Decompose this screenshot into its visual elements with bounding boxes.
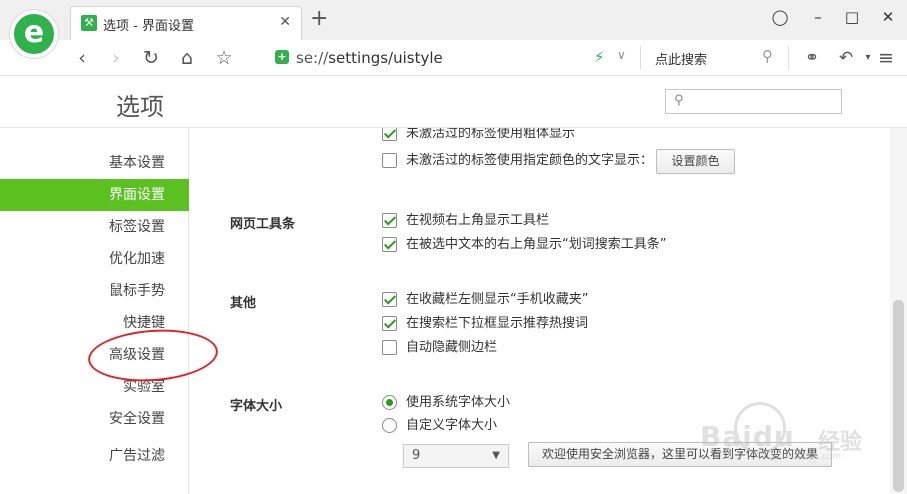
sidebar-item-interface[interactable]: 界面设置 <box>0 179 189 211</box>
settings-search-field[interactable]: ⚲ <box>665 89 842 114</box>
close-tab-icon[interactable]: ✕ <box>279 14 291 30</box>
page-title: 选项 <box>116 93 164 121</box>
browser-tab[interactable]: ⚒ 选项 - 界面设置 ✕ <box>70 6 302 40</box>
refresh-button[interactable]: ↻ <box>139 46 163 70</box>
checkbox[interactable] <box>382 292 397 307</box>
new-tab-button[interactable]: + <box>310 8 328 30</box>
chevron-down-icon[interactable]: ∨ <box>617 48 626 62</box>
maximize-button[interactable]: □ <box>840 8 864 30</box>
settings-content: 未激活过的标签使用粗体显示 未激活过的标签使用指定颜色的文字显示： 设置颜色 网… <box>190 128 890 494</box>
home-button[interactable]: ⌂ <box>175 46 199 70</box>
sidebar-item-basic[interactable]: 基本设置 <box>0 147 189 179</box>
chevron-down-icon: ▼ <box>492 450 500 461</box>
sidebar-item-advanced[interactable]: 高级设置 <box>0 339 189 371</box>
checkbox[interactable] <box>382 213 397 228</box>
sidebar-item-adblock[interactable]: 广告过滤 <box>0 440 189 472</box>
address-bar[interactable]: se://settings/uistyle <box>296 49 443 67</box>
lightning-icon[interactable]: ⚡ <box>594 48 605 66</box>
font-size-select[interactable]: 9 ▼ <box>403 444 509 468</box>
wrench-icon: ⚒ <box>81 15 97 31</box>
search-icon[interactable]: ⚲ <box>762 47 773 65</box>
scrollbar-thumb[interactable] <box>893 300 904 492</box>
section-label-font-size: 字体大小 <box>230 399 283 414</box>
option-label: 未激活过的标签使用粗体显示 <box>406 128 576 141</box>
option-label: 在被选中文本的右上角显示“划词搜索工具条” <box>406 237 667 252</box>
sidebar-item-tabs[interactable]: 标签设置 <box>0 211 189 243</box>
divider <box>640 46 641 70</box>
url-scheme: se:// <box>296 49 329 67</box>
option-label: 未激活过的标签使用指定颜色的文字显示： <box>406 153 654 168</box>
undo-icon[interactable]: ↶ <box>834 46 858 70</box>
set-color-button[interactable]: 设置颜色 <box>656 149 735 174</box>
checkbox[interactable] <box>382 153 397 168</box>
back-button[interactable]: ‹ <box>70 46 94 70</box>
url-path: settings/uistyle <box>328 49 443 67</box>
radio-button[interactable] <box>382 418 397 433</box>
sidebar-item-shortcuts[interactable]: 快捷键 <box>0 307 189 339</box>
navigation-toolbar: ‹ › ↻ ⌂ ☆ + se://settings/uistyle ⚡ ∨ 点此… <box>0 40 907 76</box>
section-label-other: 其他 <box>230 296 257 311</box>
settings-sidebar: 基本设置 界面设置 标签设置 优化加速 鼠标手势 快捷键 高级设置 实验室 安全… <box>0 128 189 494</box>
checkbox[interactable] <box>382 237 397 252</box>
secure-shield-icon: + <box>275 50 289 64</box>
radio-button[interactable] <box>382 395 397 410</box>
section-label-web-toolbar: 网页工具条 <box>230 217 296 232</box>
minimize-button[interactable]: – <box>806 8 830 30</box>
menu-icon[interactable]: ≡ <box>874 46 898 70</box>
option-label: 自动隐藏侧边栏 <box>406 340 498 355</box>
checkbox[interactable] <box>382 340 397 355</box>
option-label: 使用系统字体大小 <box>406 395 511 410</box>
headphones-icon[interactable]: ⚭ <box>800 46 824 70</box>
option-label: 在视频右上角显示工具栏 <box>406 213 550 228</box>
option-label: 在收藏栏左侧显示“手机收藏夹” <box>406 292 589 307</box>
sidebar-item-optimize[interactable]: 优化加速 <box>0 243 189 275</box>
search-icon: ⚲ <box>674 93 684 108</box>
favorite-star-button[interactable]: ☆ <box>212 46 236 70</box>
option-label: 自定义字体大小 <box>406 418 498 433</box>
font-size-value: 9 <box>412 448 421 463</box>
browser-logo[interactable]: e <box>10 10 58 58</box>
sidebar-item-mouse-gestures[interactable]: 鼠标手势 <box>0 275 189 307</box>
title-bar: ⚒ 选项 - 界面设置 ✕ + ◯ – □ ✕ <box>0 0 907 40</box>
search-input[interactable]: 点此搜索 <box>655 49 707 68</box>
skin-shirt-icon[interactable]: ◯ <box>768 8 792 30</box>
option-label: 在搜索栏下拉框显示推荐热搜词 <box>406 316 589 331</box>
divider <box>788 46 789 70</box>
tab-title: 选项 - 界面设置 <box>103 19 194 34</box>
close-window-button[interactable]: ✕ <box>876 8 900 30</box>
sidebar-item-lab[interactable]: 实验室 <box>0 371 189 403</box>
sidebar-item-security[interactable]: 安全设置 <box>0 403 189 435</box>
font-preview-button[interactable]: 欢迎使用安全浏览器，这里可以看到字体改变的效果 <box>528 442 832 467</box>
forward-button[interactable]: › <box>104 46 128 70</box>
settings-search-input[interactable] <box>690 92 838 111</box>
checkbox[interactable] <box>382 316 397 331</box>
checkbox[interactable] <box>382 128 397 141</box>
